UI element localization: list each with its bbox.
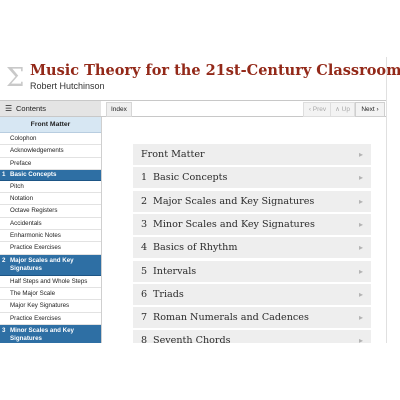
chapter-link[interactable]: 3 Minor Scales and Key Signatures ▸ bbox=[133, 213, 371, 235]
chevron-right-icon: ▸ bbox=[358, 289, 363, 299]
chapter-number: 4 bbox=[141, 242, 148, 254]
book-author: Robert Hutchinson bbox=[30, 81, 105, 91]
toc-item[interactable]: Major Key Signatures bbox=[0, 300, 101, 313]
prev-button[interactable]: ‹ Prev bbox=[303, 102, 332, 117]
chapter-link[interactable]: 8 Seventh Chords ▸ bbox=[133, 330, 371, 343]
toc-item[interactable]: Practice Exercises bbox=[0, 242, 101, 255]
main-content: Front Matter ▸ 1 Basic Concepts ▸ 2 Major Scal… bbox=[102, 117, 386, 343]
toc-chapter-label: Basic Concepts bbox=[10, 170, 57, 178]
chapter-title: Roman Numerals and Cadences bbox=[153, 312, 309, 324]
toc-item[interactable]: Notation bbox=[0, 193, 101, 206]
toc-item[interactable]: Practice Exercises bbox=[0, 313, 101, 325]
chevron-right-icon: ▸ bbox=[358, 313, 363, 323]
chapter-number: 1 bbox=[141, 172, 148, 184]
sigma-logo-icon[interactable]: Σ bbox=[6, 63, 24, 93]
toc-item[interactable]: Preface bbox=[0, 158, 101, 170]
chapter-title: Seventh Chords bbox=[153, 335, 231, 343]
toc-chapter-number: 1 bbox=[2, 170, 6, 178]
toc-sidebar[interactable]: Front Matter Colophon Acknowledgements Pre… bbox=[0, 117, 102, 343]
chapter-number: 5 bbox=[141, 265, 148, 277]
toc-item[interactable]: Acknowledgements bbox=[0, 145, 101, 158]
chapter-number: 2 bbox=[141, 195, 148, 207]
chevron-right-icon: ▸ bbox=[358, 173, 363, 183]
chapter-number: 6 bbox=[141, 288, 148, 300]
toc-item[interactable]: Pitch bbox=[0, 181, 101, 194]
chapter-number: 7 bbox=[141, 312, 148, 324]
chapter-link[interactable]: 6 Triads ▸ bbox=[133, 283, 371, 305]
chapter-title: Basics of Rhythm bbox=[153, 242, 238, 254]
chevron-right-icon: ▸ bbox=[358, 336, 363, 343]
contents-label: Contents bbox=[16, 104, 47, 113]
next-button[interactable]: Next › bbox=[355, 102, 385, 117]
chevron-right-icon: ▸ bbox=[358, 243, 363, 253]
toc-list: Colophon Acknowledgements Preface 1 Basic Co… bbox=[0, 133, 101, 343]
contents-toggle-button[interactable]: ☰ Contents bbox=[0, 100, 101, 117]
chapter-title: Triads bbox=[153, 288, 184, 300]
chapter-number: 3 bbox=[141, 218, 148, 230]
right-border bbox=[386, 57, 387, 343]
chevron-right-icon: ▸ bbox=[358, 196, 363, 206]
chapter-number: 8 bbox=[141, 335, 148, 343]
chapter-link[interactable]: 7 Roman Numerals and Cadences ▸ bbox=[133, 307, 371, 329]
chapter-link[interactable]: 1 Basic Concepts ▸ bbox=[133, 167, 371, 189]
chevron-right-icon: ▸ bbox=[358, 219, 363, 229]
toc-item[interactable]: Half Steps and Whole Steps bbox=[0, 276, 101, 288]
toc-chapter[interactable]: 1 Basic Concepts bbox=[0, 169, 101, 181]
toc-front-matter[interactable]: Front Matter bbox=[0, 117, 101, 133]
toc-item[interactable]: Accidentals bbox=[0, 218, 101, 231]
index-button[interactable]: Index bbox=[106, 102, 132, 117]
toc-item[interactable]: The Major Scale bbox=[0, 288, 101, 301]
chapter-link[interactable]: 2 Major Scales and Key Signatures ▸ bbox=[133, 190, 371, 212]
toc-item[interactable]: Enharmonic Notes bbox=[0, 230, 101, 243]
toc-chapter-label: Minor Scales and Key Signatures bbox=[10, 326, 74, 342]
toc-chapter[interactable]: 3 Minor Scales and Key Signatures bbox=[0, 324, 101, 343]
toc-item[interactable]: Colophon bbox=[0, 133, 101, 146]
toc-item[interactable]: Octave Registers bbox=[0, 205, 101, 218]
book-title[interactable]: Music Theory for the 21st-Century Classr… bbox=[30, 62, 400, 79]
chapter-link[interactable]: 4 Basics of Rhythm ▸ bbox=[133, 237, 371, 259]
chapter-title: Major Scales and Key Signatures bbox=[153, 195, 315, 207]
toc-chapter-number: 3 bbox=[2, 326, 6, 334]
toc-chapter-label: Major Scales and Key Signatures bbox=[10, 256, 74, 272]
chevron-right-icon: ▸ bbox=[358, 150, 363, 159]
toc-chapter[interactable]: 2 Major Scales and Key Signatures bbox=[0, 254, 101, 276]
chapter-title: Minor Scales and Key Signatures bbox=[153, 218, 315, 230]
chapter-title: Basic Concepts bbox=[153, 172, 228, 184]
chapter-link[interactable]: Front Matter ▸ bbox=[133, 144, 371, 165]
chapter-title: Front Matter bbox=[141, 149, 205, 160]
toc-chapter-number: 2 bbox=[2, 256, 6, 264]
chapter-title: Intervals bbox=[153, 265, 197, 277]
chapter-link[interactable]: 5 Intervals ▸ bbox=[133, 260, 371, 282]
chevron-right-icon: ▸ bbox=[358, 266, 363, 276]
up-button[interactable]: ∧ Up bbox=[330, 102, 355, 117]
nav-toolbar: Index ‹ Prev ∧ Up Next › bbox=[101, 100, 386, 117]
hamburger-icon: ☰ bbox=[5, 104, 13, 113]
